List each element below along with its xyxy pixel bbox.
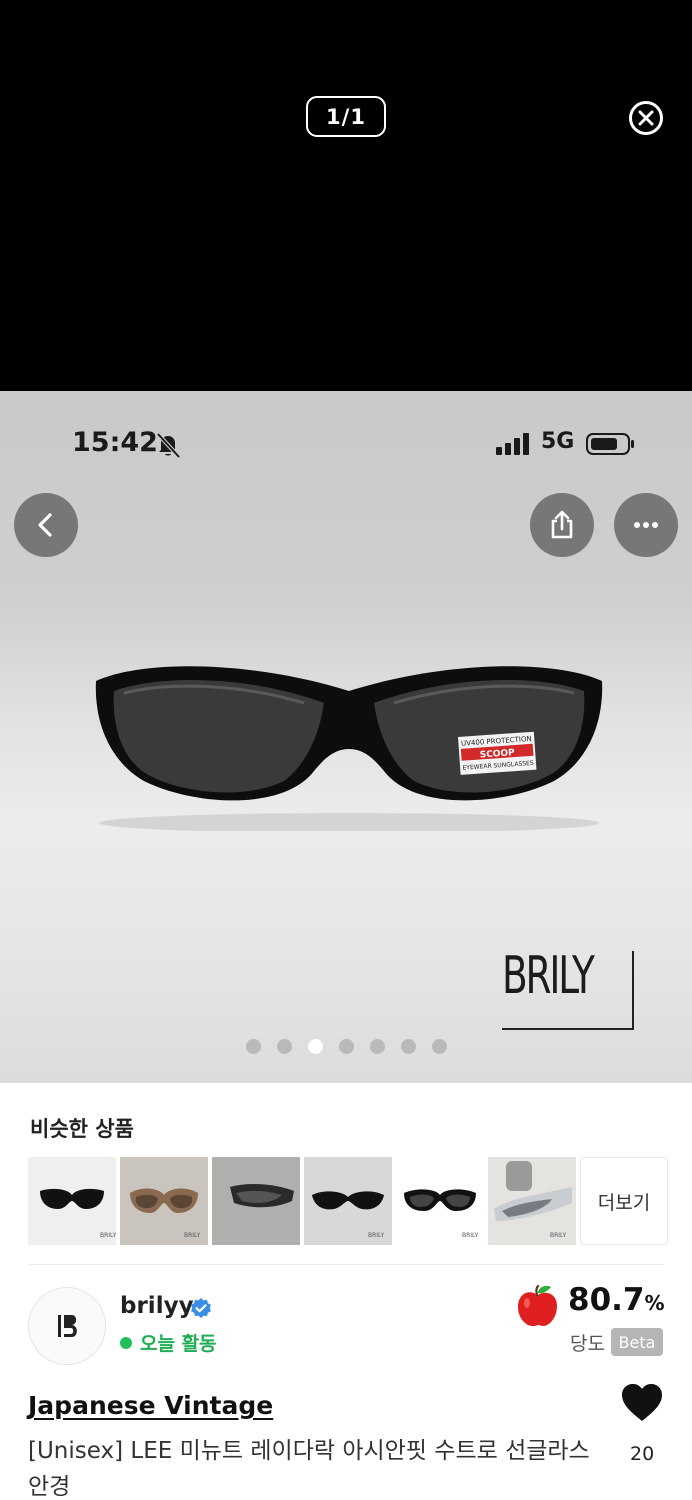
carousel-dot[interactable] bbox=[431, 1039, 447, 1054]
signal-icon bbox=[496, 433, 529, 455]
screenshot: 15:42 5G UV400 PROTECTION SCOOP EYEWEAR … bbox=[0, 391, 692, 1500]
sweetness-label: 당도 bbox=[570, 1333, 605, 1355]
similar-thumbs: BRILY BRILY BRILY BRILY BRILY 더보기 bbox=[28, 1157, 668, 1245]
carousel-dots bbox=[0, 1039, 692, 1054]
sunglasses-image: UV400 PROTECTION SCOOP EYEWEAR SUNGLASSE… bbox=[95, 666, 603, 831]
active-status-dot bbox=[120, 1337, 132, 1349]
svg-text:BRILY: BRILY bbox=[368, 1232, 385, 1239]
similar-item-4[interactable]: BRILY bbox=[304, 1157, 392, 1245]
like-count: 20 bbox=[630, 1443, 655, 1465]
sunglasses-thumb: BRILY bbox=[488, 1157, 576, 1245]
seller-name[interactable]: brilyy bbox=[120, 1293, 194, 1319]
status-time: 15:42 bbox=[72, 427, 158, 458]
watermark: BRILY bbox=[502, 946, 595, 1006]
active-status-label: 오늘 활동 bbox=[140, 1333, 217, 1355]
more-button[interactable] bbox=[614, 493, 678, 557]
bell-off-icon bbox=[156, 432, 181, 459]
watermark-line bbox=[502, 1028, 634, 1030]
product-title: [Unisex] LEE 미뉴트 레이다락 아시안핏 수트로 선글라스 안경 bbox=[28, 1438, 590, 1500]
network-label: 5G bbox=[541, 429, 575, 454]
shop-name-link[interactable]: Japanese Vintage bbox=[28, 1391, 273, 1420]
product-info: 비슷한 상품 BRILY BRILY BRILY BRILY BRILY 더보기 bbox=[0, 1083, 692, 1500]
page-counter: 1/1 bbox=[306, 96, 386, 137]
carousel-dot[interactable] bbox=[307, 1039, 323, 1054]
sunglasses-thumb: BRILY bbox=[304, 1157, 392, 1245]
battery-icon bbox=[586, 433, 634, 455]
carousel-dot[interactable] bbox=[338, 1039, 354, 1054]
svg-text:BRILY: BRILY bbox=[550, 1232, 567, 1239]
share-button[interactable] bbox=[530, 493, 594, 557]
close-button[interactable] bbox=[628, 100, 664, 136]
seller-avatar[interactable] bbox=[28, 1287, 106, 1365]
similar-item-5[interactable]: BRILY bbox=[396, 1157, 484, 1245]
verified-badge-icon bbox=[191, 1298, 211, 1318]
svg-text:BRILY: BRILY bbox=[100, 1232, 116, 1239]
more-icon bbox=[634, 522, 658, 528]
seller-logo-icon bbox=[58, 1315, 77, 1337]
svg-text:BRILY: BRILY bbox=[462, 1232, 479, 1239]
close-circle-icon bbox=[629, 101, 663, 135]
back-button[interactable] bbox=[14, 493, 78, 557]
similar-item-2[interactable]: BRILY bbox=[120, 1157, 208, 1245]
heart-icon[interactable] bbox=[620, 1383, 664, 1423]
carousel-dot[interactable] bbox=[369, 1039, 385, 1054]
similar-item-6[interactable]: BRILY bbox=[488, 1157, 576, 1245]
product-photo[interactable]: 15:42 5G UV400 PROTECTION SCOOP EYEWEAR … bbox=[0, 391, 692, 1083]
carousel-dot[interactable] bbox=[276, 1039, 292, 1054]
sunglasses-thumb: BRILY bbox=[28, 1157, 116, 1245]
sweetness-score-unit: % bbox=[644, 1291, 665, 1315]
sweetness-score-value: 80.7 bbox=[568, 1282, 645, 1318]
similar-title: 비슷한 상품 bbox=[30, 1117, 134, 1141]
sunglasses-thumb: BRILY bbox=[396, 1157, 484, 1245]
viewer-header: 1/1 bbox=[0, 0, 692, 391]
apple-icon bbox=[518, 1284, 557, 1327]
chevron-left-icon bbox=[38, 513, 52, 537]
similar-more-button[interactable]: 더보기 bbox=[580, 1157, 668, 1245]
similar-item-3[interactable] bbox=[212, 1157, 300, 1245]
sunglasses-thumb: BRILY bbox=[120, 1157, 208, 1245]
sunglasses-thumb bbox=[212, 1157, 300, 1245]
watermark-line-vertical bbox=[632, 951, 634, 1030]
share-icon bbox=[551, 510, 573, 539]
similar-item-1[interactable]: BRILY bbox=[28, 1157, 116, 1245]
carousel-dot[interactable] bbox=[400, 1039, 416, 1054]
carousel-dot[interactable] bbox=[245, 1039, 261, 1054]
divider bbox=[28, 1264, 664, 1265]
svg-text:BRILY: BRILY bbox=[184, 1232, 201, 1239]
sweetness-score: 80.7% bbox=[568, 1282, 665, 1318]
beta-badge: Beta bbox=[611, 1328, 663, 1356]
